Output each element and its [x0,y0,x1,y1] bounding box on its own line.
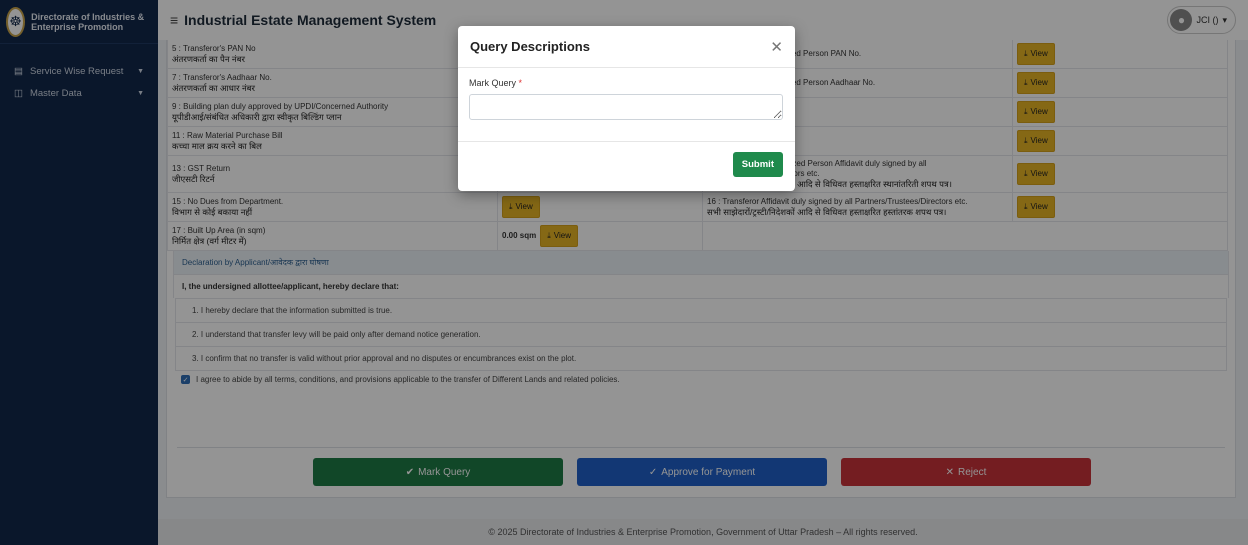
mark-query-field-label: Mark Query * [469,78,784,88]
mark-query-textarea[interactable] [469,94,783,120]
close-icon[interactable]: ✕ [770,38,783,56]
modal-header: Query Descriptions ✕ [458,26,795,68]
submit-button[interactable]: Submit [732,152,783,177]
modal-title: Query Descriptions [470,39,590,54]
query-modal: Query Descriptions ✕ Mark Query * Submit [458,26,795,191]
field-label-text: Mark Query [469,78,517,88]
required-mark: * [518,78,523,88]
modal-body: Mark Query * [458,68,795,142]
modal-footer: Submit [458,142,795,187]
